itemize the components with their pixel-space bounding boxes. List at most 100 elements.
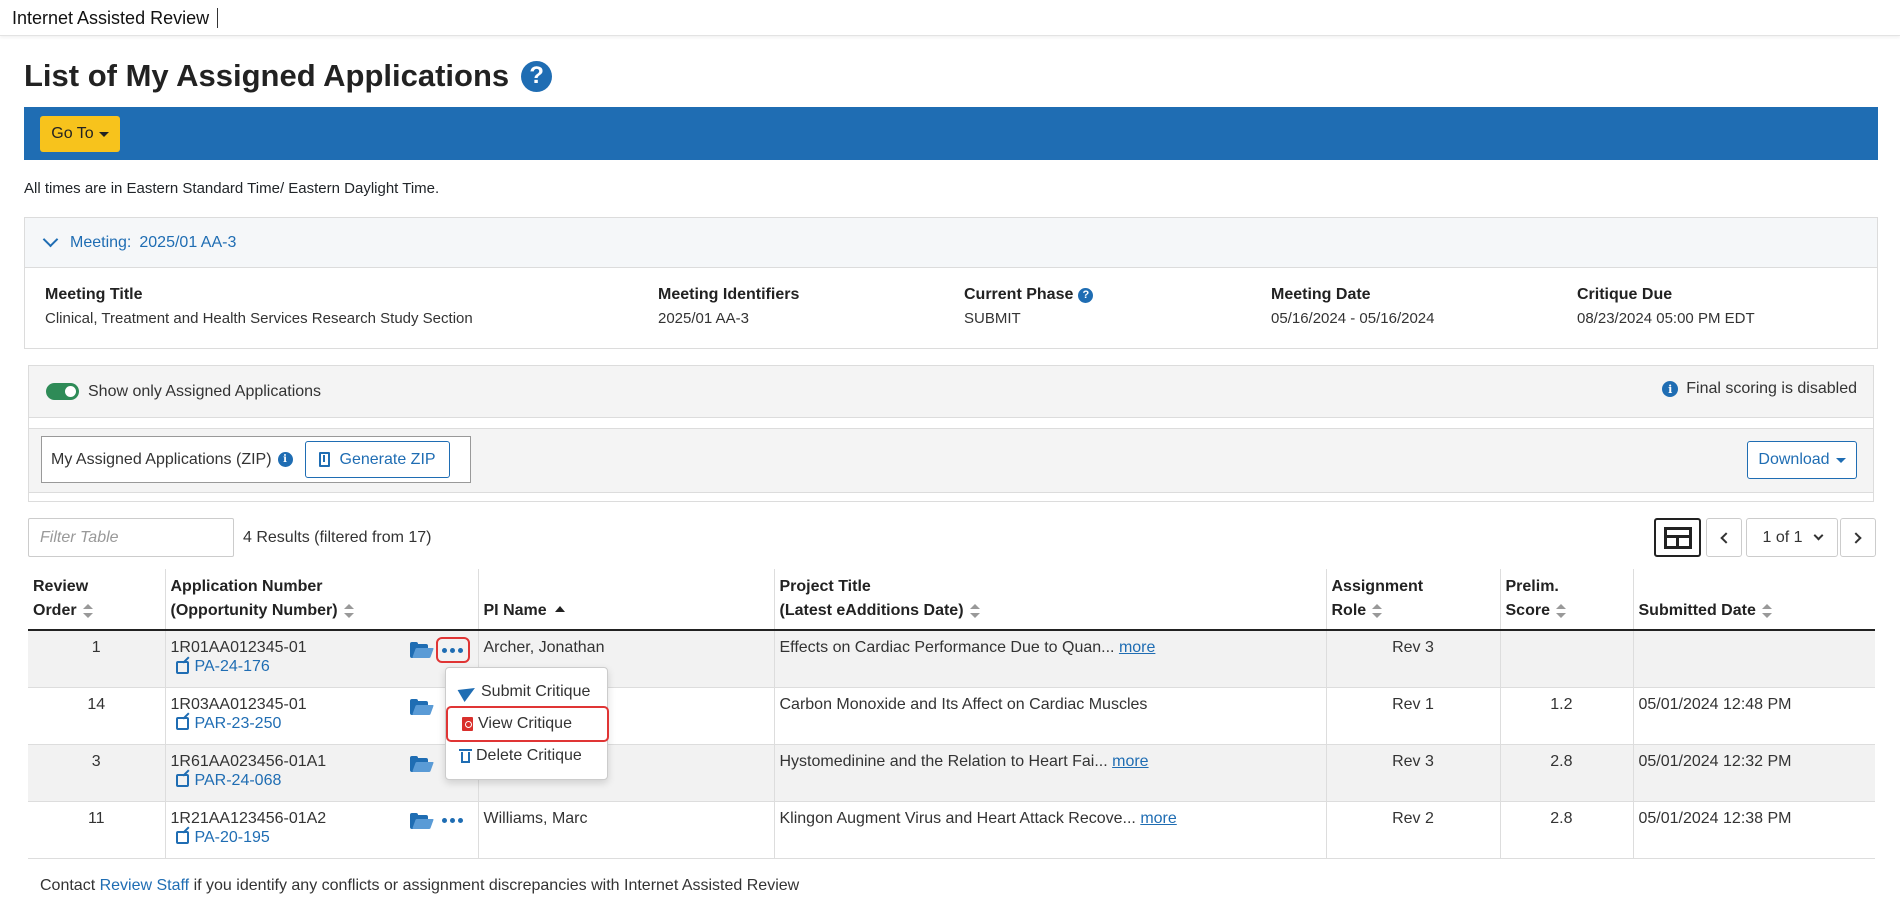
col-prelim-score[interactable]: Prelim. Score [1499,569,1633,631]
critique-due-label: Critique Due [1577,286,1673,303]
menu-item-view-critique[interactable]: View Critique [446,706,609,742]
grid-view-button[interactable] [1654,518,1701,557]
more-link[interactable]: more [1119,639,1155,656]
meeting-header-label: Meeting: [70,233,132,251]
table-row: 1 1R01AA012345-01 PA-24-176 Archer, Jona… [28,630,1875,688]
review-order-cell: 11 [28,801,165,859]
folder-open-icon[interactable] [409,812,434,829]
zip-label: My Assigned Applications (ZIP) [51,450,272,468]
more-link[interactable]: more [1112,753,1148,770]
review-staff-link[interactable]: Review Staff [100,877,190,894]
more-actions-button[interactable] [435,637,470,663]
critique-due-field: Critique Due 08/23/2024 05:00 PM EDT [1577,286,1755,327]
critique-due-value: 08/23/2024 05:00 PM EDT [1577,310,1755,327]
review-order-cell: 1 [28,630,165,688]
menu-item-submit-critique[interactable]: Submit Critique [446,676,607,708]
sort-ascending-icon [554,605,565,612]
meeting-identifiers-field: Meeting Identifiers 2025/01 AA-3 [658,286,799,327]
assigned-only-toggle[interactable] [46,383,79,400]
review-order-cell: 3 [28,744,165,802]
current-phase-field: Current Phase ? SUBMIT [964,286,1094,327]
project-title-cell: Klingon Augment Virus and Heart Attack R… [773,801,1326,859]
chevron-left-icon [1720,531,1732,544]
sort-icon [1555,603,1566,618]
opportunity-link[interactable]: PA-24-176 [171,658,473,676]
meeting-date-value: 05/16/2024 - 05/16/2024 [1271,310,1435,327]
current-phase-value: SUBMIT [964,310,1021,327]
chevron-down-icon [42,231,59,248]
pi-name-cell: Williams, Marc [477,801,774,859]
col-assignment-role[interactable]: Assignment Role [1325,569,1500,631]
toggle-knob [65,386,76,397]
submitted-date-cell [1632,630,1875,688]
external-link-icon [175,660,189,674]
info-icon: i [1662,381,1679,397]
external-link-icon [175,831,189,844]
meeting-title-field: Meeting Title Clinical, Treatment and He… [45,286,473,327]
table-header-row: Review Order Application Number (Opportuni… [28,569,1875,631]
toggle-row: Show only Assigned Applications i Final … [29,366,1873,418]
top-header: Internet Assisted Review [0,0,1900,36]
sort-icon [1761,603,1772,618]
applications-table: Review Order Application Number (Opportuni… [28,569,1875,859]
submitted-date-cell: 05/01/2024 12:48 PM [1632,687,1875,745]
folder-open-icon[interactable] [409,698,434,715]
meeting-header-value: 2025/01 AA-3 [139,233,237,251]
question-circle-icon[interactable]: ? [521,60,553,92]
caret-down-icon [98,131,109,137]
critique-action-menu: Submit Critique View Critique Delete Cri… [445,667,609,780]
contact-note: Contact Review Staff if you identify any… [40,877,800,894]
col-pi-name[interactable]: PI Name [477,569,774,631]
trash-icon [459,749,472,763]
zip-row: My Assigned Applications (ZIP) i Generat… [29,428,1873,493]
generate-zip-button[interactable]: Generate ZIP [304,441,450,478]
folder-open-icon[interactable] [409,642,434,658]
application-cell: 1R61AA023456-01A1 PAR-24-068 [164,744,478,802]
page-title: List of My Assigned Applications ? [24,58,553,94]
application-cell: 1R03AA012345-01 PAR-23-250 [164,687,478,745]
opportunity-link[interactable]: PA-20-195 [171,829,473,847]
timezone-note: All times are in Eastern Standard Time/ … [24,180,440,197]
prelim-score-cell: 1.2 [1499,687,1633,745]
prelim-score-cell: 2.8 [1499,801,1633,859]
goto-button[interactable]: Go To [40,116,120,152]
info-icon[interactable]: i [277,452,293,467]
meeting-toggle[interactable]: Meeting: 2025/01 AA-3 [25,218,1877,268]
application-cell: 1R21AA123456-01A2 PA-20-195 [164,801,478,859]
sort-icon [343,603,354,618]
file-pdf-icon [462,717,473,731]
question-circle-icon[interactable]: ? [1078,287,1094,303]
current-phase-label: Current Phase [964,286,1074,303]
assignment-role-cell: Rev 3 [1325,630,1500,688]
results-count: 4 Results (filtered from 17) [243,529,432,546]
paper-plane-icon [460,685,476,699]
filter-table-input[interactable] [28,518,234,557]
assignment-role-cell: Rev 1 [1325,687,1500,745]
download-button[interactable]: Download [1747,441,1857,479]
table-row: 14 1R03AA012345-01 PAR-23-250 Carbon Mon… [28,687,1875,745]
col-project-title[interactable]: Project Title (Latest eAdditions Date) [773,569,1326,631]
folder-open-icon[interactable] [409,755,434,772]
col-submitted-date[interactable]: Submitted Date [1632,569,1875,631]
download-label: Download [1758,451,1830,468]
submitted-date-cell: 05/01/2024 12:38 PM [1632,801,1875,859]
prev-page-button[interactable] [1706,518,1742,557]
next-page-button[interactable] [1840,518,1876,557]
more-link[interactable]: more [1140,810,1176,827]
goto-label: Go To [51,125,94,142]
more-actions-button[interactable] [436,808,470,834]
opportunity-link[interactable]: PAR-23-250 [171,715,473,733]
chevron-down-icon [1813,530,1823,541]
external-link-icon [175,717,189,730]
opportunity-link[interactable]: PAR-24-068 [171,772,473,790]
col-review-order[interactable]: Review Order [28,569,165,631]
meeting-date-label: Meeting Date [1271,286,1371,303]
prelim-score-cell: 2.8 [1499,744,1633,802]
chevron-right-icon [1850,531,1862,544]
action-toolbar: Go To [24,107,1878,160]
page-select[interactable]: 1 of 1 [1746,518,1838,557]
scoring-note: i Final scoring is disabled [1662,380,1857,398]
menu-item-delete-critique[interactable]: Delete Critique [446,740,607,772]
col-application-number[interactable]: Application Number (Opportunity Number) [164,569,478,631]
external-link-icon [175,774,189,787]
